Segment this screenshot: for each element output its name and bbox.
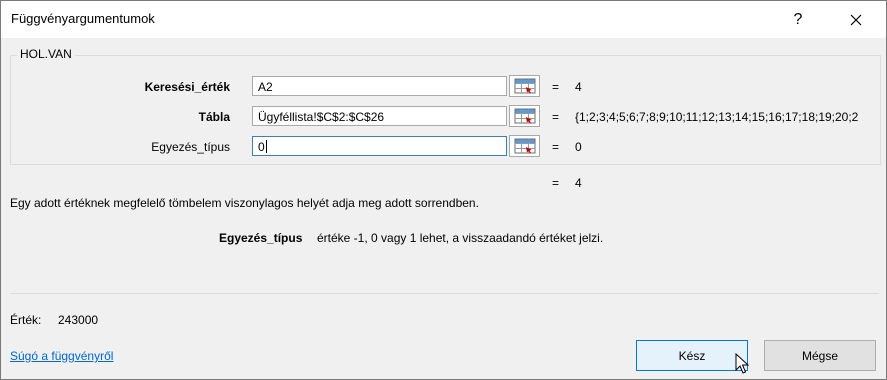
lookup-value-range-button[interactable] (509, 75, 540, 97)
lookup-value-eq: = (552, 80, 560, 94)
lookup-value-result: 4 (575, 80, 582, 94)
mouse-cursor-icon (735, 353, 749, 374)
lookup-value-input[interactable]: A2 (252, 76, 507, 96)
close-button[interactable] (833, 1, 879, 38)
match-type-input[interactable]: 0 (252, 136, 507, 156)
function-group-box: HOL.VAN Keresési_érték A2 = 4 Tábla Ügyf… (10, 47, 881, 165)
close-icon (850, 14, 862, 25)
arg-label-table: Tábla (198, 110, 230, 124)
cancel-button[interactable]: Mégse (764, 340, 876, 371)
function-name: HOL.VAN (17, 47, 75, 61)
table-eq: = (552, 110, 560, 124)
formula-result: 4 (575, 176, 582, 190)
function-arguments-dialog: Függvényargumentumok ? HOL.VAN Keresési_… (0, 0, 887, 380)
arg-label-match-type: Egyezés_típus (151, 140, 230, 154)
table-result: {1;2;3;4;5;6;7;8;9;10;11;12;13;14;15;16;… (575, 110, 859, 124)
help-button[interactable]: ? (775, 1, 821, 38)
param-name: Egyezés_típus (219, 231, 303, 245)
match-type-value: 0 (258, 140, 265, 154)
ok-button[interactable]: Kész (636, 340, 748, 371)
table-input[interactable]: Ügyféllista!$C$2:$C$26 (252, 106, 507, 126)
function-help-link[interactable]: Súgó a függvényről (10, 349, 113, 363)
function-description: Egy adott értéknek megfelelő tömbelem vi… (10, 196, 479, 210)
text-caret (265, 140, 267, 153)
value-label: Érték: (10, 313, 42, 327)
match-type-result: 0 (575, 140, 582, 154)
range-select-icon (514, 78, 535, 94)
formula-result-eq: = (552, 176, 560, 190)
range-select-icon (514, 138, 535, 154)
match-type-range-button[interactable] (509, 135, 540, 157)
arg-label-lookup-value: Keresési_érték (144, 80, 230, 94)
separator (10, 293, 879, 294)
value-result: 243000 (58, 313, 99, 327)
range-select-icon (514, 108, 535, 124)
help-icon: ? (793, 10, 803, 28)
match-type-eq: = (552, 140, 560, 154)
window-title: Függvényargumentumok (11, 11, 155, 26)
param-description: értéke -1, 0 vagy 1 lehet, a visszaadand… (317, 231, 604, 245)
table-range-button[interactable] (509, 105, 540, 127)
title-bar[interactable]: Függvényargumentumok ? (1, 1, 886, 38)
